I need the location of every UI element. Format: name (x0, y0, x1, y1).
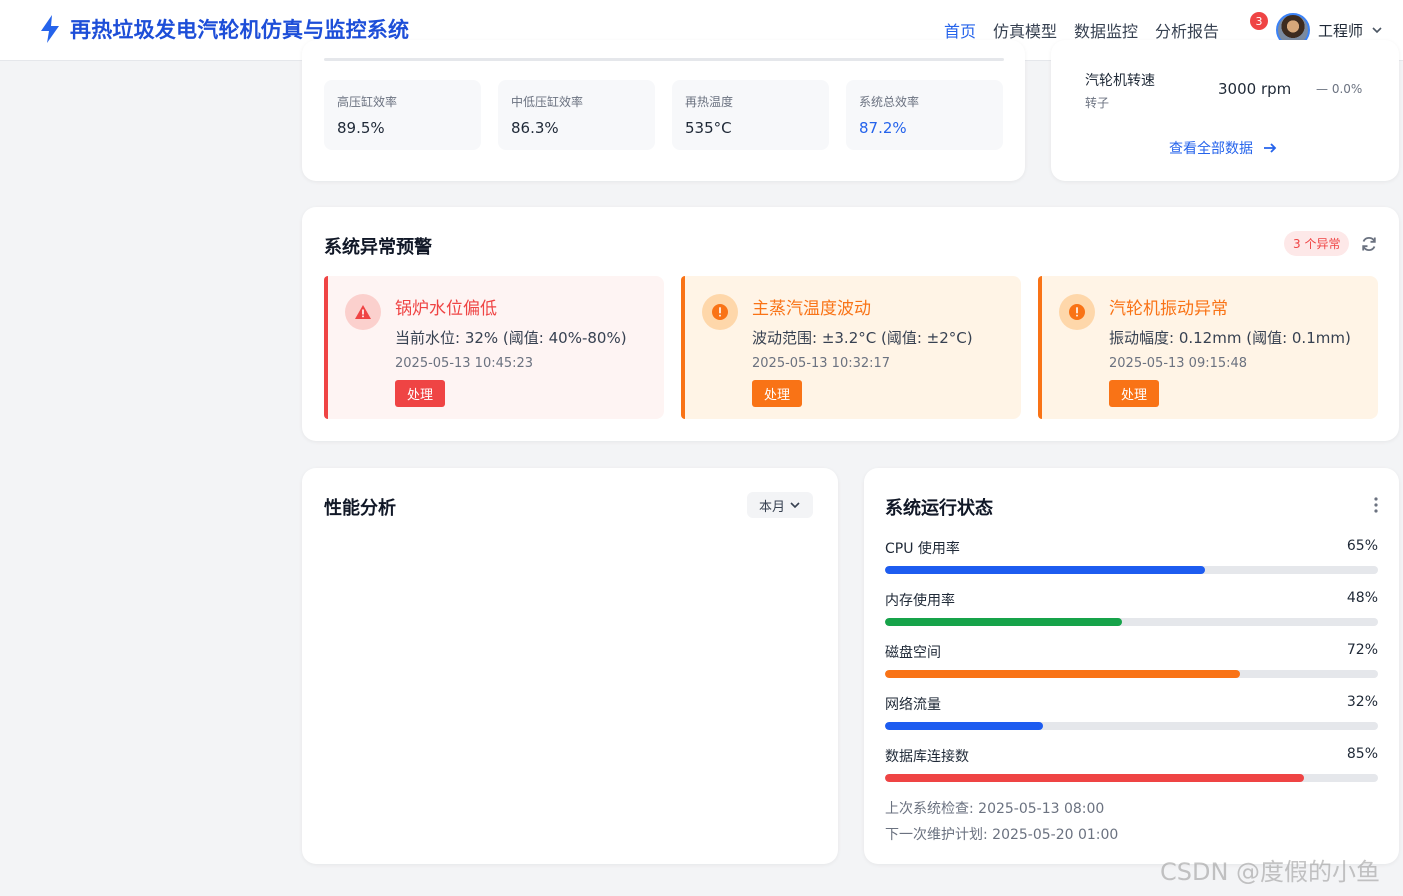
chevron-down-icon (790, 502, 800, 509)
handle-button[interactable]: 处理 (752, 380, 803, 407)
progress-track (885, 618, 1378, 626)
alert-count-badge: 3 个异常 (1284, 231, 1350, 256)
progress-fill (885, 722, 1043, 730)
alert-icon-wrap (702, 294, 738, 330)
last-check: 上次系统检查: 2025-05-13 08:00 (885, 801, 1105, 817)
more-vertical-icon[interactable] (1369, 496, 1383, 514)
metric-value: 89.5% (337, 119, 385, 137)
alert-time: 2025-05-13 10:45:23 (395, 356, 534, 371)
period-select[interactable]: 本月 (747, 492, 814, 518)
progress-track (885, 722, 1378, 730)
status-item: CPU 使用率 65% (885, 538, 1378, 590)
status-title: 系统运行状态 (885, 498, 993, 519)
progress-track (885, 566, 1378, 574)
arrow-right-icon (1264, 143, 1277, 153)
alert-turbine-vibration: 汽轮机振动异常 振动幅度: 0.12mm (阈值: 0.1mm) 2025-05… (1038, 276, 1378, 419)
status-list: CPU 使用率 65% 内存使用率 48% 磁盘空间 72% 网络流量 32% 数据库连接数 85… (885, 538, 1378, 798)
main-nav: 首页 仿真模型 数据监控 分析报告 (944, 18, 1219, 42)
status-head: 数据库连接数 85% (885, 746, 1378, 766)
period-value: 本月 (759, 499, 786, 515)
exclamation-circle-icon (712, 304, 728, 320)
metric-label: 中低压缸效率 (511, 95, 584, 109)
divider (324, 58, 1004, 61)
status-head: CPU 使用率 65% (885, 538, 1378, 558)
exclamation-circle-icon (1069, 304, 1085, 320)
metric-label: 系统总效率 (859, 95, 920, 109)
status-label: 网络流量 (885, 697, 941, 713)
metric-value: 86.3% (511, 119, 559, 137)
status-value: 65% (1346, 538, 1378, 554)
status-item: 内存使用率 48% (885, 590, 1378, 642)
progress-fill (885, 670, 1240, 678)
alert-icon-wrap (345, 294, 381, 330)
status-footer: 上次系统检查: 2025-05-13 08:00 下一次维护计划: 2025-0… (885, 796, 1118, 848)
alert-desc: 当前水位: 32% (阈值: 40%-80%) (395, 329, 627, 347)
metric-total-efficiency: 系统总效率 87.2% (846, 80, 1003, 150)
status-value: 48% (1346, 590, 1378, 606)
metric-hp-efficiency: 高压缸效率 89.5% (324, 80, 481, 150)
alert-icon-wrap (1059, 294, 1095, 330)
lightning-icon (41, 15, 59, 43)
metric-label: 再热温度 (685, 95, 734, 109)
refresh-icon[interactable] (1360, 235, 1378, 253)
chevron-down-icon (1372, 27, 1382, 34)
metric-value: 87.2% (859, 119, 907, 137)
progress-track (885, 774, 1378, 782)
alert-boiler-water-level: 锅炉水位偏低 当前水位: 32% (阈值: 40%-80%) 2025-05-1… (324, 276, 664, 419)
metric-reheat-temperature: 再热温度 535°C (672, 80, 829, 150)
status-head: 磁盘空间 72% (885, 642, 1378, 662)
system-status-card: 系统运行状态 CPU 使用率 65% 内存使用率 48% 磁盘空间 72% 网络流量 32% 数… (864, 468, 1399, 864)
progress-fill (885, 566, 1206, 574)
progress-fill (885, 618, 1122, 626)
nav-simulation-model[interactable]: 仿真模型 (993, 18, 1057, 42)
performance-title: 性能分析 (324, 498, 396, 519)
efficiency-card: 高压缸效率 89.5% 中低压缸效率 86.3% 再热温度 535°C 系统总效… (302, 40, 1025, 181)
alert-title: 主蒸汽温度波动 (752, 299, 871, 319)
metric-ilp-efficiency: 中低压缸效率 86.3% (498, 80, 655, 150)
progress-fill (885, 774, 1305, 782)
turbine-change: — 0.0% (1316, 82, 1363, 96)
status-value: 85% (1346, 746, 1378, 762)
progress-track (885, 670, 1378, 678)
turbine-speed: 3000 rpm (1218, 80, 1292, 98)
next-maintenance: 下一次维护计划: 2025-05-20 01:00 (885, 827, 1119, 843)
alert-steam-temperature: 主蒸汽温度波动 波动范围: ±3.2°C (阈值: ±2°C) 2025-05-… (681, 276, 1021, 419)
watermark: CSDN @度假的小鱼 (1160, 858, 1381, 886)
alert-time: 2025-05-13 09:15:48 (1109, 356, 1248, 371)
status-value: 72% (1346, 642, 1378, 658)
status-head: 网络流量 32% (885, 694, 1378, 714)
metric-value: 535°C (685, 119, 732, 137)
nav-analysis-report[interactable]: 分析报告 (1155, 18, 1219, 42)
status-head: 内存使用率 48% (885, 590, 1378, 610)
view-all-label: 查看全部数据 (1169, 141, 1253, 157)
turbine-row: 汽轮机转速 转子 3000 rpm — 0.0% (1085, 70, 1375, 111)
status-item: 网络流量 32% (885, 694, 1378, 746)
alert-desc: 振动幅度: 0.12mm (阈值: 0.1mm) (1109, 329, 1351, 347)
warning-triangle-icon (355, 305, 371, 319)
notification-badge[interactable]: 3 (1250, 12, 1268, 30)
alert-title: 汽轮机振动异常 (1109, 299, 1228, 319)
status-label: 数据库连接数 (885, 749, 969, 765)
user-name: 工程师 (1318, 21, 1364, 40)
nav-home[interactable]: 首页 (944, 18, 976, 42)
view-all-data-link[interactable]: 查看全部数据 (1169, 138, 1277, 158)
status-label: 内存使用率 (885, 593, 955, 609)
handle-button[interactable]: 处理 (395, 380, 446, 407)
alert-time: 2025-05-13 10:32:17 (752, 356, 891, 371)
handle-button[interactable]: 处理 (1109, 380, 1160, 407)
status-item: 磁盘空间 72% (885, 642, 1378, 694)
status-label: CPU 使用率 (885, 541, 960, 557)
turbine-card: 汽轮机转速 转子 3000 rpm — 0.0% 查看全部数据 (1051, 40, 1399, 181)
metric-label: 高压缸效率 (337, 95, 398, 109)
alert-title: 锅炉水位偏低 (395, 299, 497, 319)
alerts-card: 系统异常预警 3 个异常 锅炉水位偏低 当前水位: 32% (阈值: 40%-8… (302, 207, 1399, 441)
status-label: 磁盘空间 (885, 645, 941, 661)
alert-desc: 波动范围: ±3.2°C (阈值: ±2°C) (752, 329, 973, 347)
performance-card: 性能分析 本月 (302, 468, 838, 864)
nav-data-monitor[interactable]: 数据监控 (1074, 18, 1138, 42)
alerts-title: 系统异常预警 (324, 237, 432, 258)
status-item: 数据库连接数 85% (885, 746, 1378, 798)
status-value: 32% (1346, 694, 1378, 710)
